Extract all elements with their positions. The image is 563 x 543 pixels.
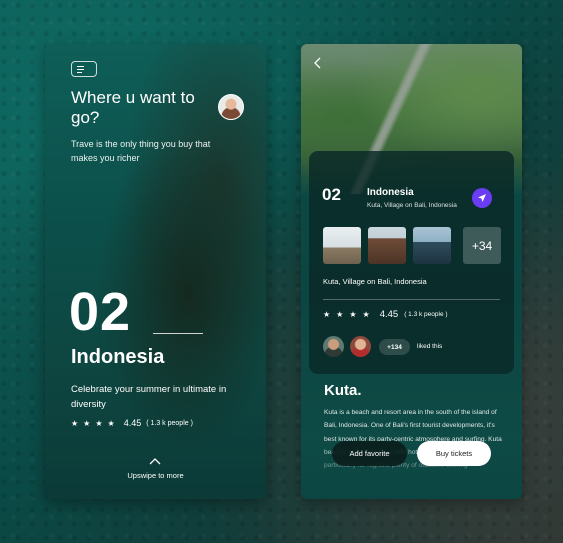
right-screen: 02 Indonesia Kuta, Village on Bali, Indo… bbox=[301, 44, 522, 499]
star-icon: ★ bbox=[323, 310, 331, 319]
chevron-up-icon[interactable] bbox=[149, 457, 161, 468]
photo-thumbnail[interactable] bbox=[323, 227, 361, 264]
destination-number: 02 bbox=[69, 282, 132, 342]
divider-line bbox=[153, 333, 203, 334]
destination-location: Kuta, Village on Bali, Indonesia bbox=[367, 202, 457, 209]
left-screen: Where u want to go? Trave is the only th… bbox=[45, 44, 266, 499]
buy-tickets-button[interactable]: Buy tickets bbox=[417, 441, 491, 466]
photo-thumbnail[interactable] bbox=[368, 227, 406, 264]
destination-number: 02 bbox=[322, 185, 341, 204]
avatar[interactable] bbox=[218, 94, 244, 120]
upswipe-hint[interactable]: Upswipe to more bbox=[45, 471, 266, 480]
avatar[interactable] bbox=[323, 336, 344, 357]
more-photos-button[interactable]: +34 bbox=[463, 227, 501, 264]
destination-country: Indonesia bbox=[367, 187, 414, 198]
liked-text: liked this bbox=[417, 343, 443, 350]
star-icon: ★ bbox=[362, 310, 370, 319]
back-icon[interactable] bbox=[313, 57, 321, 73]
star-icon: ★ bbox=[336, 310, 344, 319]
rating-row: ★ ★ ★ ★ 4.45 ( 1.3 k people ) bbox=[71, 418, 193, 428]
page-title: Where u want to go? bbox=[71, 88, 195, 127]
rating-people: ( 1.3 k people ) bbox=[146, 419, 193, 427]
rating-score: 4.45 bbox=[379, 309, 399, 320]
likes-count-badge[interactable]: +134 bbox=[379, 339, 410, 355]
avatar[interactable] bbox=[350, 336, 371, 357]
destination-description: Celebrate your summer in ultimate in div… bbox=[71, 384, 227, 410]
rating-row: ★ ★ ★ ★ 4.45 ( 1.3 k people ) bbox=[323, 309, 448, 320]
rating-score: 4.45 bbox=[123, 418, 142, 428]
location-caption: Kuta, Village on Bali, Indonesia bbox=[323, 277, 427, 286]
add-favorite-button[interactable]: Add favorite bbox=[332, 441, 407, 466]
star-icon: ★ bbox=[95, 418, 103, 428]
section-title: Kuta. bbox=[324, 382, 362, 399]
subtitle: Trave is the only thing you buy that mak… bbox=[71, 139, 211, 163]
navigation-arrow-icon[interactable] bbox=[472, 188, 492, 208]
star-icon: ★ bbox=[83, 418, 91, 428]
divider-line bbox=[323, 299, 500, 300]
destination-country: Indonesia bbox=[71, 346, 165, 368]
star-icon: ★ bbox=[107, 418, 115, 428]
star-icon: ★ bbox=[71, 418, 79, 428]
rating-people: ( 1.3 k people ) bbox=[404, 311, 448, 318]
menu-icon[interactable] bbox=[71, 61, 97, 77]
photo-thumbnail[interactable] bbox=[413, 227, 451, 264]
star-icon: ★ bbox=[349, 310, 357, 319]
